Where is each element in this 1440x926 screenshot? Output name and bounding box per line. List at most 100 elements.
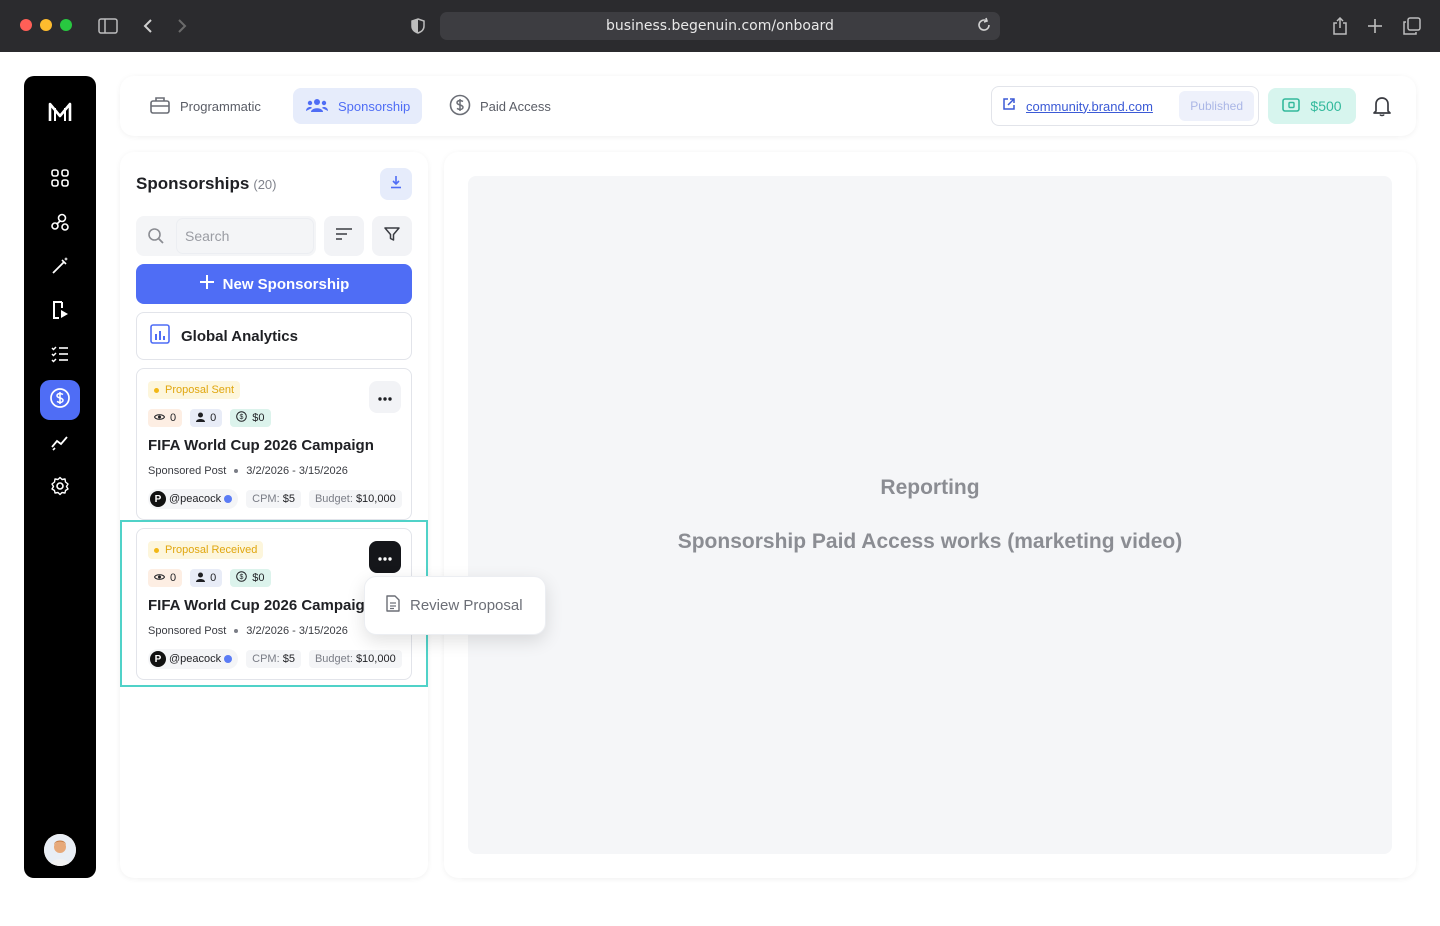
global-analytics-button[interactable]: Global Analytics: [136, 312, 412, 360]
tab-overview-icon[interactable]: [1400, 14, 1424, 38]
grid-icon: [50, 168, 70, 193]
user-icon: [196, 572, 206, 585]
sort-icon: [335, 227, 353, 246]
checklist-icon: [50, 344, 70, 369]
sponsorship-type: Sponsored Post: [148, 625, 227, 637]
cpm-label: CPM:: [252, 653, 280, 665]
creator-handle[interactable]: P @peacock: [148, 649, 239, 669]
budget-pill: Budget: $10,000: [308, 650, 402, 668]
peacock-logo-icon: P: [150, 651, 166, 667]
cpm-label: CPM:: [252, 493, 280, 505]
sidebar-item-communities[interactable]: [40, 204, 80, 244]
review-proposal-label: Review Proposal: [410, 597, 523, 614]
sidebar-item-dashboard[interactable]: [40, 160, 80, 200]
reporting-placeholder: Reporting Sponsorship Paid Access works …: [468, 176, 1392, 854]
panel-title: Sponsorships (20): [136, 174, 276, 194]
reporting-subtitle: Sponsorship Paid Access works (marketing…: [677, 530, 1183, 553]
tab-label: Sponsorship: [338, 98, 411, 114]
minimize-window-button[interactable]: [40, 19, 52, 31]
share-icon[interactable]: [1328, 14, 1352, 38]
users-icon: [305, 97, 329, 116]
users-count: 0: [210, 412, 217, 424]
sidebar-toggle-icon[interactable]: [96, 14, 120, 38]
status-badge: Proposal Received: [148, 541, 264, 559]
balance-amount: $500: [1310, 98, 1342, 114]
earnings-value: $0: [252, 412, 265, 424]
card-title: FIFA World Cup 2026 Campaign: [148, 437, 374, 454]
sidebar-item-settings[interactable]: [40, 468, 80, 508]
sort-button[interactable]: [324, 216, 364, 256]
app-logo[interactable]: [48, 102, 72, 122]
url-text: business.begenuin.com/onboard: [606, 18, 834, 34]
forward-icon[interactable]: [170, 14, 194, 38]
budget-value: $10,000: [355, 653, 396, 665]
creator-handle[interactable]: P @peacock: [148, 489, 239, 509]
status-badge: Proposal Sent: [148, 381, 241, 399]
sponsorship-card[interactable]: Proposal Sent 0 0 $ $0 FIFA World Cup 202…: [136, 368, 412, 520]
filter-button[interactable]: [372, 216, 412, 256]
cpm-pill: CPM: $5: [246, 490, 301, 508]
card-menu-button[interactable]: [369, 381, 401, 413]
filter-icon: [384, 226, 400, 247]
sidebar-item-analytics[interactable]: [40, 424, 80, 464]
tab-programmatic[interactable]: Programmatic: [137, 88, 273, 124]
video-device-icon: [50, 300, 70, 325]
avatar[interactable]: [44, 834, 76, 866]
back-icon[interactable]: [136, 14, 160, 38]
community-link-box: community.brand.com Published: [991, 86, 1259, 126]
settings-icon: [50, 476, 70, 501]
search-icon: [136, 216, 176, 256]
sidebar-item-create[interactable]: [40, 248, 80, 288]
users-count: 0: [210, 572, 217, 584]
budget-value: $10,000: [355, 493, 396, 505]
close-window-button[interactable]: [20, 19, 32, 31]
briefcase-icon: [149, 96, 171, 117]
community-link[interactable]: community.brand.com: [1026, 99, 1153, 114]
sidebar-item-monetization[interactable]: [40, 380, 80, 420]
reporting-title: Reporting: [880, 476, 980, 499]
download-icon: [390, 175, 402, 194]
network-icon: [50, 212, 70, 237]
panel-title-text: Sponsorships: [136, 174, 250, 193]
sidebar-item-videos[interactable]: [40, 292, 80, 332]
eye-icon: [153, 572, 166, 584]
tab-paid-access[interactable]: Paid Access: [437, 88, 563, 124]
wallet-balance-button[interactable]: $500: [1268, 88, 1356, 124]
maximize-window-button[interactable]: [60, 19, 72, 31]
verified-icon: [224, 495, 233, 503]
main-content-panel: Reporting Sponsorship Paid Access works …: [444, 152, 1416, 878]
sponsorship-count: (20): [253, 177, 277, 192]
new-sponsorship-button[interactable]: New Sponsorship: [136, 264, 412, 304]
eye-icon: [153, 412, 166, 424]
review-proposal-menu-item[interactable]: Review Proposal: [364, 576, 546, 635]
card-stats: 0 0 $ $0: [148, 569, 271, 587]
wallet-icon: [1282, 97, 1301, 116]
card-footer: P @peacock CPM: $5 Budget: $10,000: [148, 489, 402, 509]
card-footer: P @peacock CPM: $5 Budget: $10,000: [148, 649, 402, 669]
document-icon: [386, 595, 400, 616]
search-box: [136, 216, 316, 256]
search-input[interactable]: [176, 218, 314, 254]
new-sponsorship-label: New Sponsorship: [222, 275, 350, 293]
views-stat: 0: [148, 569, 183, 587]
tab-sponsorship[interactable]: Sponsorship: [293, 88, 423, 124]
earnings-stat: $ $0: [230, 409, 271, 427]
trend-icon: [50, 432, 70, 457]
sidebar-item-tasks[interactable]: [40, 336, 80, 376]
download-button[interactable]: [380, 168, 412, 200]
notifications-bell-icon[interactable]: [1370, 92, 1394, 120]
peacock-logo-icon: P: [150, 491, 166, 507]
handle-text: @peacock: [169, 653, 222, 665]
dollar-circle-icon: $: [236, 411, 248, 425]
new-tab-icon[interactable]: [1363, 14, 1387, 38]
top-navigation-bar: Programmatic Sponsorship Paid Access com…: [120, 76, 1416, 136]
status-badge: Published: [1179, 91, 1254, 121]
reload-icon[interactable]: [976, 17, 992, 38]
app-sidebar: [24, 76, 96, 878]
shield-icon[interactable]: [406, 14, 430, 38]
card-menu-button[interactable]: [369, 541, 401, 573]
card-stats: 0 0 $ $0: [148, 409, 271, 427]
address-bar[interactable]: business.begenuin.com/onboard: [440, 12, 1000, 40]
card-meta: Sponsored Post 3/2/2026 - 3/15/2026: [148, 625, 348, 637]
external-link-icon[interactable]: [1002, 97, 1016, 116]
